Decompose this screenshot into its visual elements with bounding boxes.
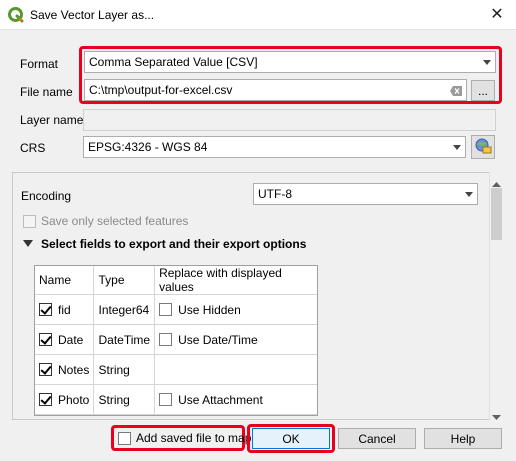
encoding-value: UTF-8 — [258, 187, 292, 201]
crs-selector-button[interactable] — [471, 135, 495, 159]
close-icon[interactable]: ✕ — [484, 3, 510, 27]
add-to-map-checkbox[interactable] — [118, 431, 131, 445]
scroll-thumb[interactable] — [491, 188, 502, 240]
column-header-type[interactable]: Type — [93, 266, 156, 295]
table-row: Date DateTime Use Date/Time — [35, 324, 317, 355]
field-type: String — [93, 384, 156, 415]
scroll-down-icon[interactable] — [492, 410, 501, 424]
encoding-select[interactable]: UTF-8 — [253, 183, 478, 205]
replace-checkbox[interactable] — [159, 333, 173, 346]
chevron-down-icon — [483, 59, 491, 65]
format-value: Comma Separated Value [CSV] — [89, 55, 258, 69]
selected-only-option[interactable]: Save only selected features — [23, 214, 188, 228]
table-row: Notes String — [35, 354, 317, 385]
replace-checkbox[interactable] — [159, 303, 173, 316]
globe-crs-icon — [474, 137, 492, 158]
ok-button[interactable]: OK — [252, 428, 330, 449]
field-type: Integer64 — [93, 294, 156, 325]
replace-label: Use Hidden — [178, 302, 241, 317]
fields-section-header[interactable]: Select fields to export and their export… — [23, 237, 306, 251]
format-select[interactable]: Comma Separated Value [CSV] — [84, 51, 496, 73]
selected-only-checkbox[interactable] — [23, 214, 36, 228]
format-label: Format — [20, 57, 59, 71]
chevron-down-icon — [465, 191, 473, 197]
column-header-name[interactable]: Name — [35, 266, 95, 295]
clear-icon[interactable] — [450, 85, 462, 96]
window-title: Save Vector Layer as... — [30, 8, 155, 22]
table-row: Photo String Use Attachment — [35, 384, 317, 415]
field-checkbox[interactable] — [39, 363, 52, 376]
field-checkbox[interactable] — [39, 393, 52, 406]
layername-label: Layer name — [20, 113, 84, 127]
table-row: fid Integer64 Use Hidden — [35, 294, 317, 325]
filename-input[interactable]: C:\tmp\output-for-excel.csv — [84, 79, 467, 101]
column-header-replace[interactable]: Replace with displayed values — [154, 266, 317, 295]
chevron-down-icon — [453, 144, 461, 150]
filename-value: C:\tmp\output-for-excel.csv — [89, 83, 233, 97]
collapse-triangle-icon[interactable] — [23, 237, 33, 251]
replace-checkbox[interactable] — [159, 393, 173, 406]
field-checkbox[interactable] — [39, 333, 52, 346]
replace-label: Use Date/Time — [178, 332, 258, 347]
selected-only-label: Save only selected features — [41, 214, 189, 228]
help-button[interactable]: Help — [424, 428, 502, 449]
field-checkbox[interactable] — [39, 303, 52, 316]
field-name: Date — [58, 332, 84, 347]
replace-cell-empty — [154, 354, 317, 385]
field-name: Photo — [58, 392, 90, 407]
add-to-map-label: Add saved file to map — [136, 431, 252, 445]
crs-value: EPSG:4326 - WGS 84 — [88, 140, 208, 154]
add-to-map-option[interactable]: Add saved file to map — [118, 431, 251, 445]
field-name: fid — [58, 302, 71, 317]
browse-button[interactable]: ... — [471, 80, 495, 101]
fields-table: Name Type Replace with displayed values … — [34, 265, 318, 416]
field-type: String — [93, 354, 156, 385]
field-type: DateTime — [93, 324, 156, 355]
replace-label: Use Attachment — [178, 392, 263, 407]
qgis-logo-icon — [8, 7, 24, 23]
crs-select[interactable]: EPSG:4326 - WGS 84 — [83, 136, 466, 158]
field-name: Notes — [58, 362, 90, 377]
crs-label: CRS — [20, 141, 46, 155]
layername-input[interactable] — [83, 109, 496, 131]
cancel-button[interactable]: Cancel — [338, 428, 416, 449]
fields-section-title: Select fields to export and their export… — [41, 237, 307, 251]
filename-label: File name — [20, 85, 73, 99]
encoding-label: Encoding — [21, 189, 72, 203]
